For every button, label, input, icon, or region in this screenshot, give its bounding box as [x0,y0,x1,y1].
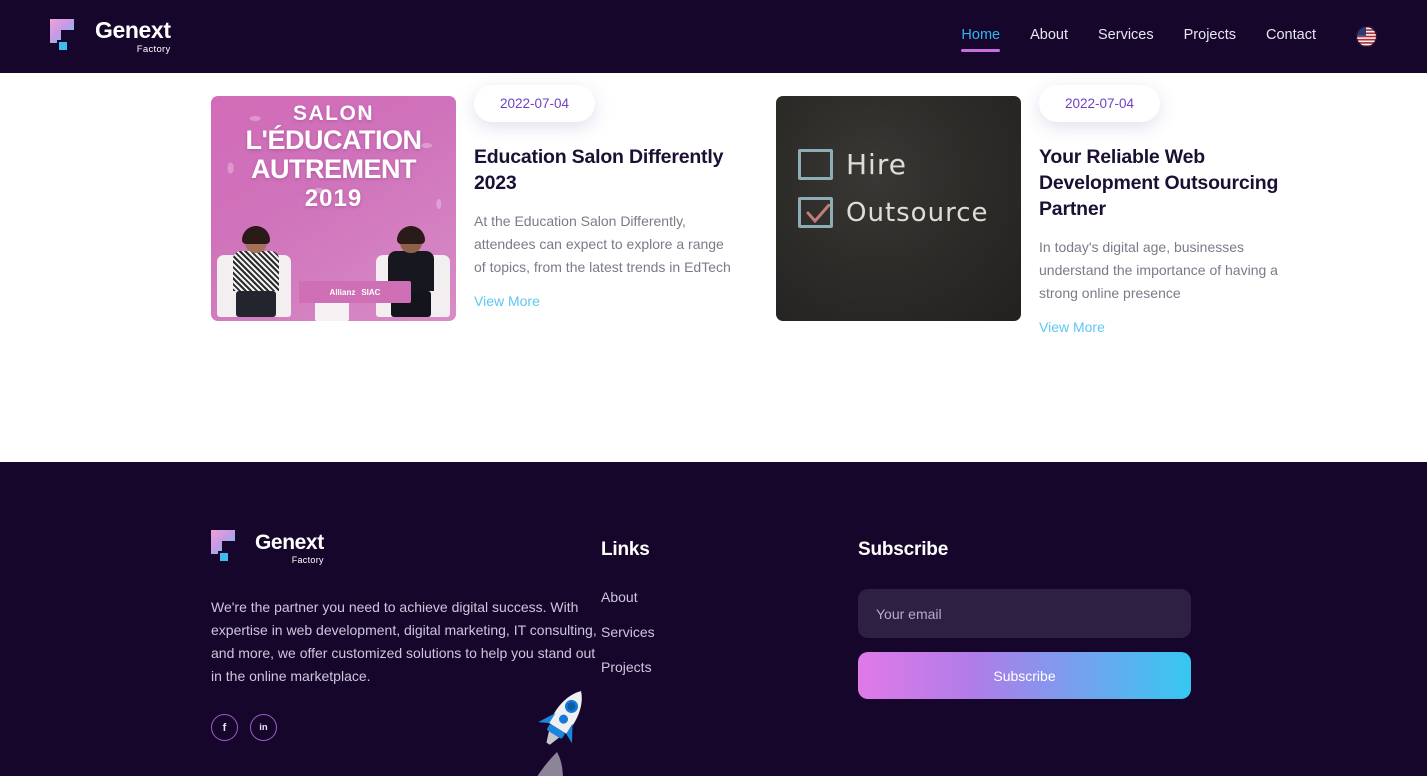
footer-link-services[interactable]: Services [601,624,858,640]
chalkboard-label-hire: Hire [846,148,907,181]
genext-blocks-logo-icon [50,18,86,55]
main-navigation: Home About Services Projects Contact [961,26,1377,52]
blog-card-description: In today's digital age, businesses under… [1039,239,1278,301]
blog-card-title[interactable]: Your Reliable Web Development Outsourcin… [1039,144,1304,222]
blog-card-title[interactable]: Education Salon Differently 2023 [474,144,739,196]
poster-sponsor-1: Allianz [329,287,356,297]
footer-link-about[interactable]: About [601,589,858,605]
footer-subscribe-column: Subscribe Subscribe [858,530,1198,741]
checkbox-unchecked-icon [798,149,833,180]
poster-line-1: SALON [293,102,374,125]
blog-card-image[interactable]: SALON L'ÉDUCATION AUTREMENT 2019 Allianz… [211,96,456,321]
poster-stage: Allianz SIAC [211,216,456,321]
poster-person-right [388,226,434,317]
blog-section: SALON L'ÉDUCATION AUTREMENT 2019 Allianz… [0,73,1427,462]
blog-cards-row: SALON L'ÉDUCATION AUTREMENT 2019 Allianz… [0,85,1427,337]
footer-about-column: Genext Factory We're the partner you nee… [211,530,601,741]
facebook-icon[interactable]: f [211,714,238,741]
poster-text: SALON L'ÉDUCATION AUTREMENT 2019 [211,102,456,214]
poster-sponsor-banner: Allianz SIAC [299,281,411,303]
footer-subscribe-heading: Subscribe [858,539,949,560]
nav-item-about[interactable]: About [1030,27,1068,47]
blog-card-image[interactable]: Hire Outsource [776,96,1021,321]
brand-subtitle: Factory [136,43,171,55]
nav-item-contact[interactable]: Contact [1266,27,1316,47]
email-input[interactable] [858,589,1191,638]
poster-person-left [233,226,279,317]
footer-social-links: f in [211,714,601,741]
genext-blocks-logo-icon [211,530,247,566]
subscribe-button[interactable]: Subscribe [858,652,1191,699]
footer-brand-subtitle: Factory [291,554,324,565]
checkbox-checked-icon [798,197,833,228]
poster-sponsor-2: SIAC [361,287,381,297]
footer-link-projects[interactable]: Projects [601,659,858,675]
nav-item-projects[interactable]: Projects [1184,27,1236,47]
view-more-link[interactable]: View More [474,293,540,309]
blog-card-body: 2022-07-04 Education Salon Differently 2… [474,85,739,337]
nav-item-services[interactable]: Services [1098,27,1154,47]
site-footer: Genext Factory We're the partner you nee… [0,462,1427,776]
brand-name: Genext [95,16,171,43]
poster-line-2: L'ÉDUCATION [245,125,422,155]
nav-item-home[interactable]: Home [961,27,1000,52]
poster-line-3: AUTREMENT [251,154,417,184]
chalkboard-option-hire: Hire [798,148,1021,181]
blog-card-description: At the Education Salon Differently, atte… [474,213,731,275]
footer-links-column: Links About Services Projects [601,530,858,741]
chalkboard-label-outsource: Outsource [846,197,989,228]
blog-card-body: 2022-07-04 Your Reliable Web Development… [1039,85,1304,337]
footer-description: We're the partner you need to achieve di… [211,599,597,684]
chalkboard-option-outsource: Outsource [798,197,1021,228]
view-more-link[interactable]: View More [1039,319,1105,335]
brand-logo[interactable]: Genext Factory [50,16,171,55]
footer-brand-logo[interactable]: Genext Factory [211,530,601,566]
poster-line-4: 2019 [304,185,363,212]
us-flag-icon[interactable] [1356,26,1377,47]
footer-brand-name: Genext [255,530,324,554]
footer-links-heading: Links [601,539,650,560]
blog-card-date: 2022-07-04 [474,85,596,122]
site-header: Genext Factory Home About Services Proje… [0,0,1427,73]
linkedin-icon[interactable]: in [250,714,277,741]
blog-card-date: 2022-07-04 [1039,85,1161,122]
blog-card: Hire Outsource 2022-07-04 Your Reliable … [776,85,1304,337]
blog-card: SALON L'ÉDUCATION AUTREMENT 2019 Allianz… [211,85,739,337]
